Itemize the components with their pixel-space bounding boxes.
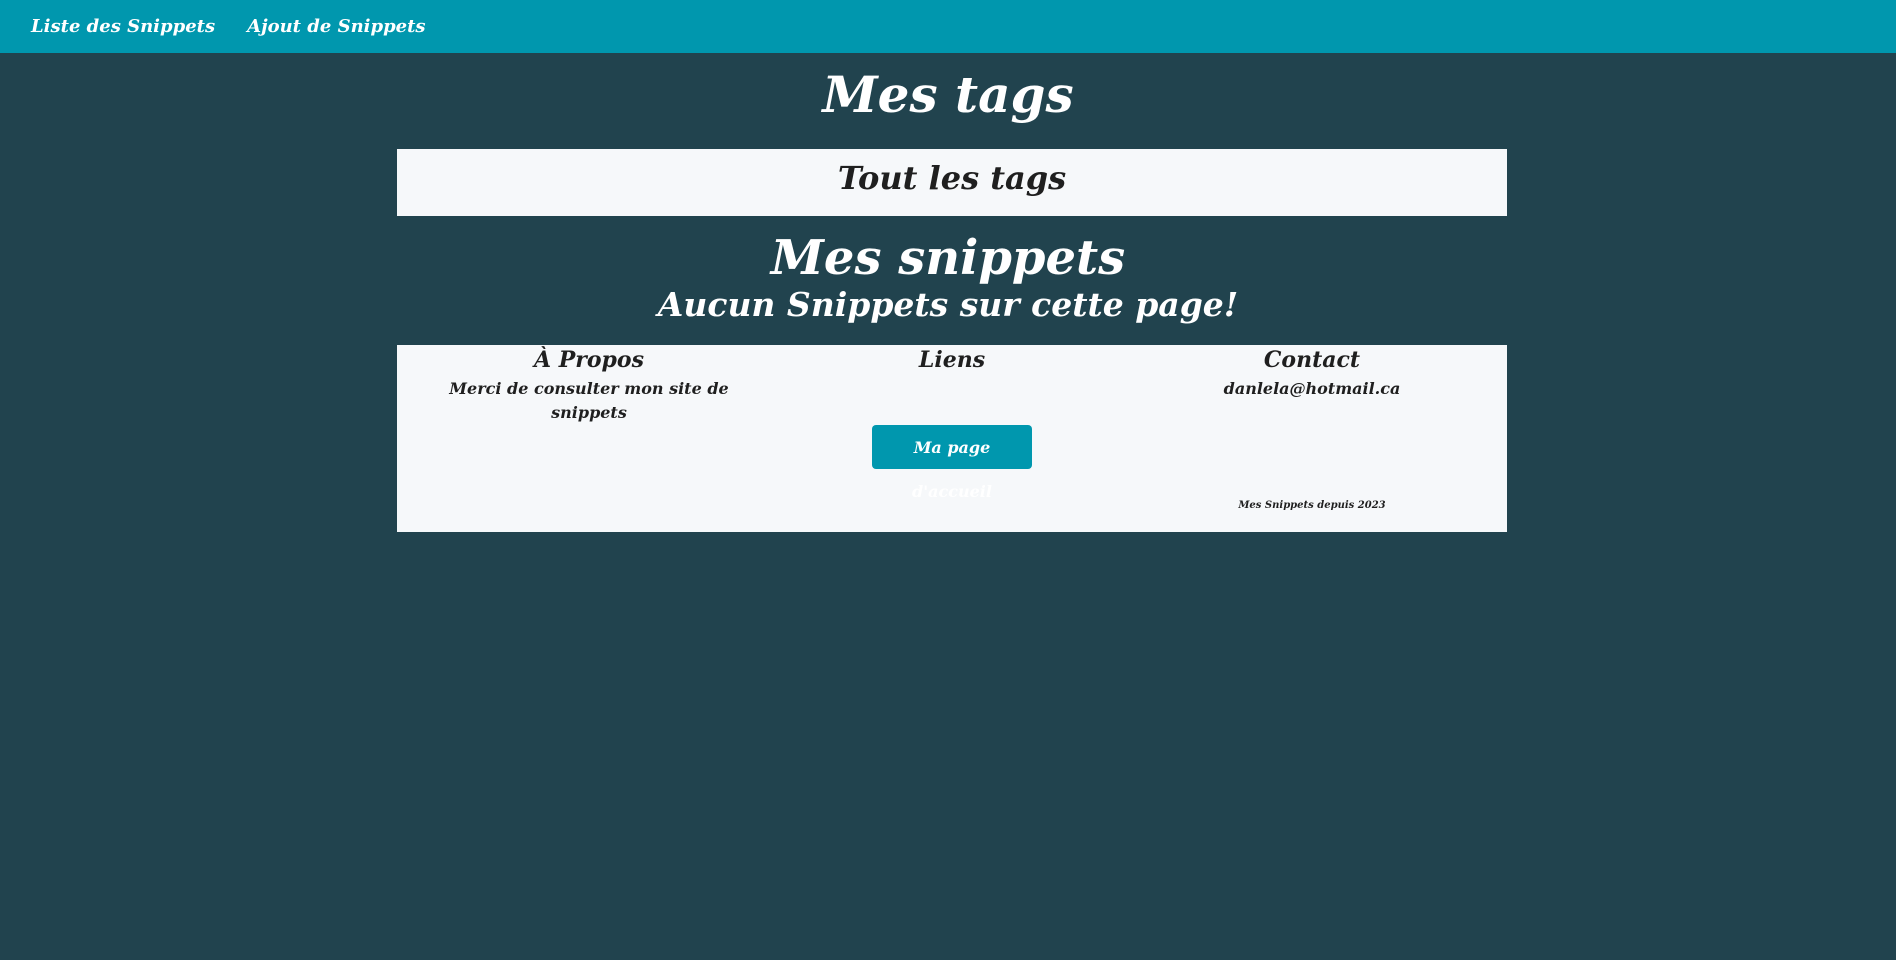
footer-links-heading: Liens bbox=[918, 347, 986, 373]
home-page-button[interactable]: Ma page d'accueil bbox=[872, 425, 1032, 501]
footer-about-heading: À Propos bbox=[534, 347, 644, 373]
nav-link-snippet-list[interactable]: Liste des Snippets bbox=[31, 16, 215, 37]
footer: À Propos Merci de consulter mon site de … bbox=[397, 345, 1507, 532]
navbar: Liste des Snippets Ajout de Snippets bbox=[0, 0, 1896, 53]
footer-contact-email: danlela@hotmail.ca bbox=[1223, 379, 1401, 398]
snippets-title: Mes snippets bbox=[770, 230, 1126, 286]
all-tags-link[interactable]: Tout les tags bbox=[397, 149, 1507, 207]
nav-link-add-snippet[interactable]: Ajout de Snippets bbox=[247, 16, 425, 37]
footer-about-column: À Propos Merci de consulter mon site de … bbox=[409, 345, 769, 425]
footer-about-text: Merci de consulter mon site de snippets bbox=[449, 379, 729, 422]
empty-snippets-message: Aucun Snippets sur cette page! bbox=[657, 285, 1239, 324]
footer-links-column: Liens bbox=[772, 345, 1132, 373]
all-tags-panel: Tout les tags bbox=[397, 149, 1507, 216]
footer-copyright: Mes Snippets depuis 2023 bbox=[1238, 500, 1386, 511]
footer-contact-heading: Contact bbox=[1263, 347, 1361, 373]
footer-contact-column: Contact danlela@hotmail.ca bbox=[1132, 345, 1492, 401]
